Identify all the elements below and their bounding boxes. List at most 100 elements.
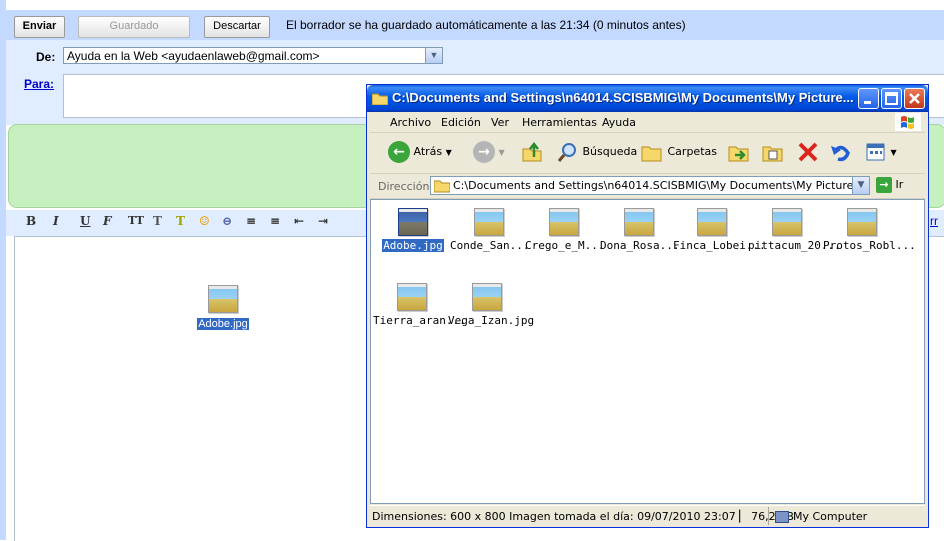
- image-file-icon: [472, 283, 502, 311]
- send-button[interactable]: Enviar: [14, 16, 65, 38]
- status-zone-label: My Computer: [793, 510, 868, 523]
- emoticon-icon[interactable]: ☺: [199, 214, 210, 228]
- bullet-list-icon[interactable]: ≡: [270, 214, 280, 228]
- back-label: Atrás: [413, 145, 443, 158]
- file-list[interactable]: Adobe.jpg Conde_San... Crego_e_M... Dona…: [370, 199, 925, 504]
- image-file-icon: [847, 208, 877, 236]
- image-file-icon: [397, 283, 427, 311]
- go-arrow-icon: →: [876, 177, 892, 193]
- address-value: C:\Documents and Settings\n64014.SCISBMI…: [453, 179, 870, 192]
- folder-icon: [372, 93, 388, 105]
- file-name: Adobe.jpg: [382, 239, 444, 252]
- numbered-list-icon[interactable]: ≡: [246, 214, 256, 228]
- image-file-icon: [398, 208, 428, 236]
- views-button[interactable]: ▼: [865, 139, 897, 165]
- delete-icon: [798, 142, 818, 162]
- folders-button[interactable]: Carpetas: [640, 139, 717, 165]
- file-item[interactable]: pittacum_20...: [748, 208, 841, 252]
- search-button[interactable]: Búsqueda: [557, 139, 637, 165]
- go-label: Ir: [895, 178, 904, 191]
- folders-label: Carpetas: [667, 145, 717, 158]
- delete-button[interactable]: [797, 139, 819, 165]
- minimize-icon: [864, 101, 871, 104]
- file-item[interactable]: Vega_Izan.jpg: [448, 283, 534, 327]
- file-name: Protos_Robl...: [823, 239, 916, 252]
- forward-button[interactable]: → ▼: [473, 139, 505, 165]
- forward-dropdown-icon: ▼: [498, 148, 505, 157]
- folder-icon: [434, 180, 450, 193]
- file-item[interactable]: Conde_San...: [450, 208, 530, 252]
- dropped-image[interactable]: Adobe.jpg: [193, 285, 253, 330]
- image-file-icon: [549, 208, 579, 236]
- windows-logo-icon: [895, 113, 921, 131]
- move-to-button[interactable]: [727, 139, 751, 165]
- italic-button[interactable]: I: [53, 214, 59, 228]
- standard-toolbar: ← Atrás ▼ → ▼ Búsqueda Carpetas ▼: [370, 133, 925, 174]
- forward-arrow-icon: →: [473, 141, 495, 163]
- highlight-button[interactable]: T: [176, 214, 185, 228]
- file-item[interactable]: Dona_Rosa...: [600, 208, 679, 252]
- file-item[interactable]: Finca_Lobei...: [673, 208, 766, 252]
- up-folder-button[interactable]: [521, 139, 543, 165]
- font-button[interactable]: F: [103, 214, 112, 228]
- underline-button[interactable]: U: [80, 214, 90, 228]
- text-color-button[interactable]: T: [153, 214, 162, 228]
- from-label: De:: [36, 50, 56, 64]
- font-size-button[interactable]: TT: [128, 214, 144, 227]
- back-button[interactable]: ← Atrás ▼: [388, 139, 452, 165]
- copy-to-button[interactable]: [761, 139, 785, 165]
- image-file-icon: [208, 285, 238, 313]
- saved-button[interactable]: Guardado: [78, 16, 190, 38]
- menu-edicion[interactable]: Edición: [441, 116, 481, 129]
- minimize-button[interactable]: [858, 88, 879, 109]
- file-name: Conde_San...: [450, 239, 530, 252]
- to-link[interactable]: Para:: [24, 77, 54, 91]
- address-label: Dirección: [378, 180, 430, 193]
- file-item[interactable]: Tierra_aran...: [373, 283, 466, 327]
- explorer-window: C:\Documents and Settings\n64014.SCISBMI…: [366, 84, 929, 528]
- title-bar[interactable]: C:\Documents and Settings\n64014.SCISBMI…: [367, 85, 928, 112]
- from-select[interactable]: Ayuda en la Web <ayudaenlaweb@gmail.com>…: [63, 47, 443, 64]
- close-button[interactable]: [904, 88, 925, 109]
- from-value: Ayuda en la Web <ayudaenlaweb@gmail.com>: [67, 49, 320, 63]
- address-field[interactable]: C:\Documents and Settings\n64014.SCISBMI…: [430, 176, 870, 195]
- undo-button[interactable]: [829, 139, 851, 165]
- window-title: C:\Documents and Settings\n64014.SCISBMI…: [392, 90, 854, 105]
- search-icon: [557, 143, 576, 162]
- back-dropdown-icon: ▼: [445, 148, 452, 157]
- up-folder-icon: [522, 141, 542, 162]
- folders-icon: [641, 146, 662, 162]
- views-dropdown-icon: ▼: [890, 148, 897, 157]
- file-item[interactable]: Adobe.jpg: [374, 208, 452, 252]
- maximize-icon: [885, 92, 898, 105]
- status-zone: My Computer: [775, 510, 867, 523]
- back-arrow-icon: ←: [388, 141, 410, 163]
- image-file-icon: [624, 208, 654, 236]
- copy-to-icon: [762, 146, 783, 162]
- file-item[interactable]: Crego_e_M...: [525, 208, 604, 252]
- bold-button[interactable]: B: [26, 214, 36, 228]
- file-item[interactable]: Protos_Robl...: [823, 208, 916, 252]
- close-icon: [909, 93, 920, 104]
- chevron-down-icon[interactable]: ▼: [852, 177, 869, 194]
- link-icon[interactable]: ⊖: [222, 214, 232, 228]
- menu-herramientas[interactable]: Herramientas: [522, 116, 597, 129]
- menu-ver[interactable]: Ver: [491, 116, 509, 129]
- menu-archivo[interactable]: Archivo: [390, 116, 431, 129]
- file-name: Vega_Izan.jpg: [448, 314, 535, 327]
- undo-icon: [831, 145, 850, 162]
- menu-bar: Archivo Edición Ver Herramientas Ayuda: [370, 112, 925, 133]
- menu-ayuda[interactable]: Ayuda: [602, 116, 636, 129]
- status-divider: [768, 507, 769, 525]
- dropped-image-label: Adobe.jpg: [197, 318, 249, 330]
- outdent-icon[interactable]: ⇤: [294, 214, 304, 228]
- indent-icon[interactable]: ⇥: [318, 214, 328, 228]
- maximize-button[interactable]: [881, 88, 902, 109]
- image-file-icon: [772, 208, 802, 236]
- status-text: Dimensiones: 600 x 800 Imagen tomada el …: [372, 510, 794, 523]
- go-button[interactable]: → Ir: [876, 177, 903, 193]
- discard-button[interactable]: Descartar: [204, 16, 270, 38]
- chevron-down-icon[interactable]: ▼: [425, 48, 442, 63]
- draft-status: El borrador se ha guardado automáticamen…: [286, 18, 686, 32]
- plain-text-link[interactable]: rr: [930, 214, 938, 228]
